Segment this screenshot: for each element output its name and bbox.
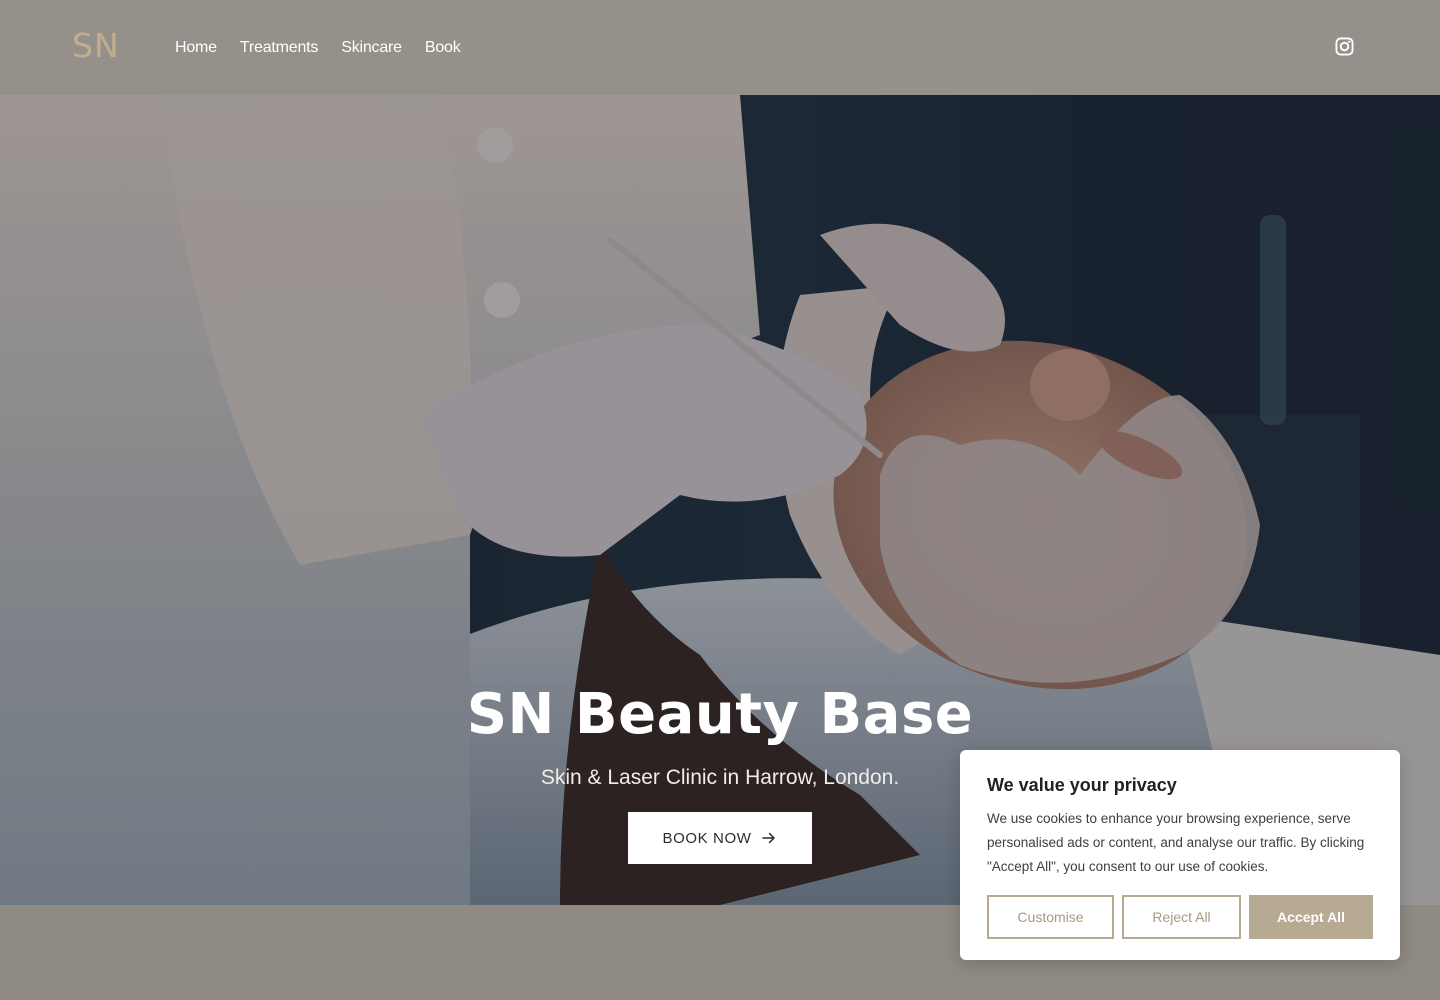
nav-book[interactable]: Book [425,38,461,58]
site-logo[interactable]: SN [72,28,120,64]
main-nav: Home Treatments Skincare Book [175,38,461,58]
site-header: SN Home Treatments Skincare Book [0,0,1440,95]
cookie-title: We value your privacy [987,775,1177,795]
nav-home[interactable]: Home [175,38,217,58]
instagram-icon[interactable] [1335,37,1354,56]
hero-title: SN Beauty Base [466,682,974,747]
book-now-label: BOOK NOW [662,829,752,847]
cookie-text: We use cookies to enhance your browsing … [987,811,1365,874]
reject-all-button[interactable]: Reject All [1122,895,1241,939]
arrow-right-icon [762,832,776,844]
nav-treatments[interactable]: Treatments [240,38,319,58]
customise-button[interactable]: Customise [987,895,1114,939]
nav-skincare[interactable]: Skincare [341,38,402,58]
cookie-consent-banner: We value your privacy We use cookies to … [960,750,1400,960]
book-now-button[interactable]: BOOK NOW [628,812,812,864]
accept-all-button[interactable]: Accept All [1249,895,1373,939]
